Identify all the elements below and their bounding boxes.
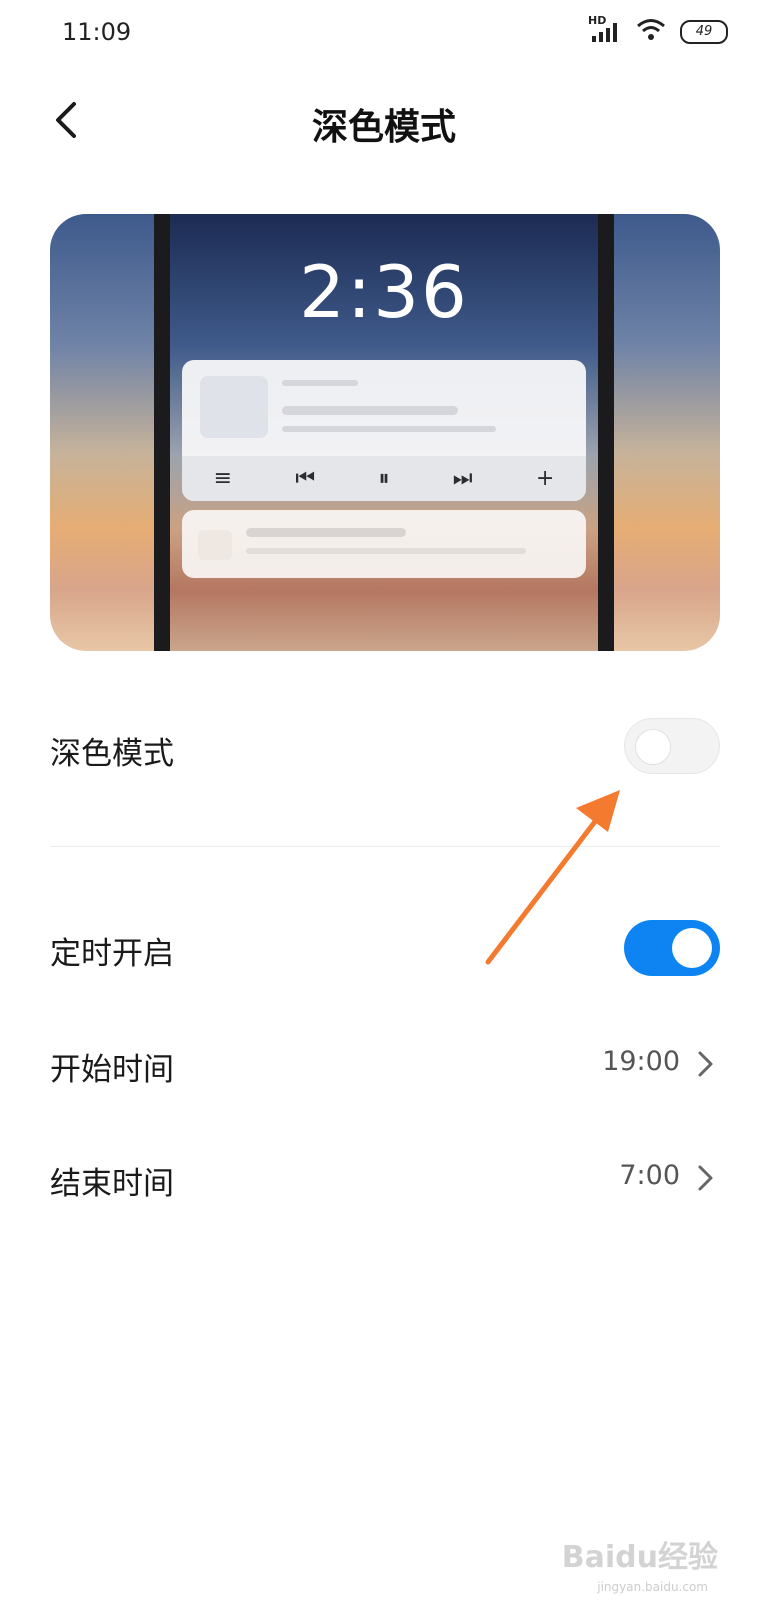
- watermark-logo: Baidu经验: [561, 1540, 718, 1575]
- text-placeholder: [282, 426, 496, 432]
- divider: [50, 846, 720, 847]
- end-time-value: 7:00: [619, 1160, 680, 1191]
- setting-label: 深色模式: [50, 736, 174, 772]
- next-track-icon: ⏭: [452, 466, 473, 491]
- setting-label: 定时开启: [50, 936, 174, 972]
- music-player-card: ≡ ⏮ ⏸ ⏭ +: [182, 360, 586, 501]
- plus-icon: +: [535, 466, 555, 491]
- text-placeholder: [282, 406, 458, 415]
- chevron-right-icon: [698, 1165, 713, 1191]
- pause-icon: ⏸: [378, 466, 390, 491]
- setting-row-scheduled[interactable]: 定时开启: [50, 918, 720, 978]
- toggle-knob: [635, 729, 671, 765]
- text-placeholder: [246, 548, 526, 554]
- setting-label: 结束时间: [50, 1166, 174, 1202]
- toggle-knob: [672, 928, 712, 968]
- previous-track-icon: ⏮: [295, 466, 316, 491]
- dark-mode-toggle[interactable]: [624, 718, 720, 774]
- lockscreen-clock: 2:36: [299, 250, 469, 334]
- header: 深色模式: [0, 80, 768, 160]
- setting-label: 开始时间: [50, 1052, 174, 1088]
- watermark-url: jingyan.baidu.com: [597, 1580, 708, 1594]
- dark-mode-preview-image: 2:36 ≡ ⏮ ⏸ ⏭ +: [50, 214, 720, 651]
- text-placeholder: [246, 528, 406, 537]
- music-controls: ≡ ⏮ ⏸ ⏭ +: [182, 456, 586, 501]
- setting-row-dark-mode[interactable]: 深色模式: [50, 718, 720, 778]
- setting-row-start-time[interactable]: 开始时间 19:00: [50, 1036, 720, 1092]
- notification-card: [182, 510, 586, 578]
- scheduled-toggle[interactable]: [624, 920, 720, 976]
- start-time-value: 19:00: [602, 1046, 680, 1077]
- notification-icon-placeholder: [198, 530, 232, 560]
- page-title: 深色模式: [311, 107, 456, 148]
- cellular-signal-icon: HD: [588, 14, 622, 44]
- battery-icon: 49: [680, 20, 728, 44]
- menu-icon: ≡: [213, 466, 233, 491]
- status-time: 11:09: [62, 18, 132, 46]
- status-bar: 11:09 HD 49: [0, 0, 768, 70]
- setting-row-end-time[interactable]: 结束时间 7:00: [50, 1150, 720, 1206]
- network-type-label: HD: [588, 14, 607, 27]
- wifi-icon: [636, 18, 666, 46]
- status-icons: HD 49: [588, 14, 728, 46]
- text-placeholder: [282, 380, 358, 386]
- phone-mockup: 2:36 ≡ ⏮ ⏸ ⏭ +: [154, 214, 614, 651]
- album-art-placeholder: [200, 376, 268, 438]
- chevron-right-icon: [698, 1051, 713, 1077]
